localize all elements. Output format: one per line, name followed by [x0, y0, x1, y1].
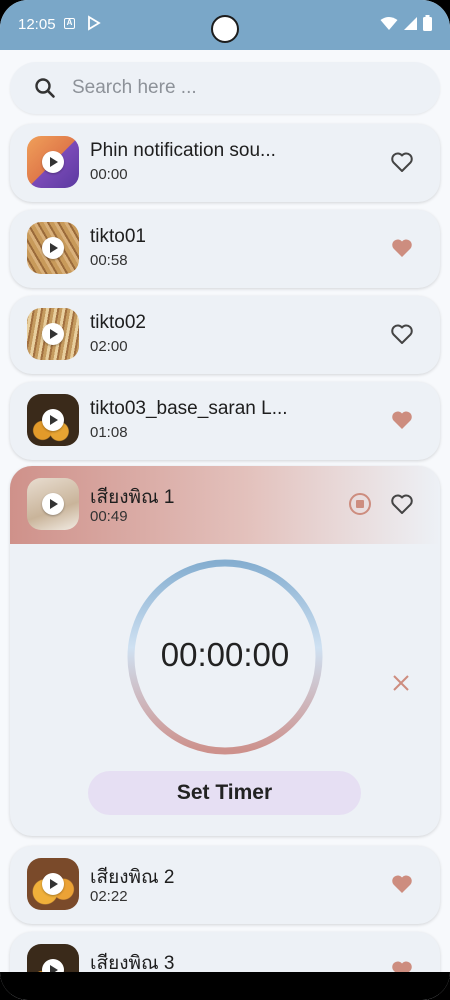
sound-duration: 00:49: [90, 508, 128, 525]
play-icon[interactable]: [42, 151, 64, 173]
status-bar: 12:05 A: [0, 0, 450, 50]
play-store-icon: [88, 15, 101, 31]
sound-item-4[interactable]: tikto03_base_saran L... 01:08: [10, 382, 440, 460]
play-icon[interactable]: [42, 409, 64, 431]
sound-thumbnail: [27, 394, 79, 446]
sound-item-3[interactable]: tikto02 02:00: [10, 296, 440, 374]
sound-duration: 02:00: [90, 338, 128, 355]
sound-thumbnail: [27, 478, 79, 530]
play-icon[interactable]: [42, 493, 64, 515]
timer-display: 00:00:00: [160, 636, 290, 673]
wifi-icon: [380, 16, 398, 30]
sound-item-6[interactable]: เสียงพิณ 2 02:22: [10, 846, 440, 924]
sound-thumbnail: [27, 308, 79, 360]
a-letter-icon: A: [64, 18, 75, 29]
sound-item-1[interactable]: Phin notification sou... 00:00: [10, 124, 440, 202]
camera-cutout: [211, 15, 239, 43]
sound-thumbnail: [27, 136, 79, 188]
heart-outline-icon[interactable]: [390, 322, 414, 346]
search-icon: [35, 78, 55, 98]
signal-icon: [404, 16, 417, 30]
set-timer-button[interactable]: Set Timer: [88, 771, 361, 815]
search-input[interactable]: [72, 74, 412, 102]
sound-duration: 00:00: [90, 166, 128, 183]
sound-duration: 02:22: [90, 888, 128, 905]
sound-item-5[interactable]: เสียงพิณ 1 00:49: [10, 466, 440, 544]
heart-outline-icon[interactable]: [390, 492, 414, 516]
sound-thumbnail: [27, 222, 79, 274]
search-bar[interactable]: [10, 62, 440, 114]
sound-title: Phin notification sou...: [90, 140, 276, 161]
play-icon[interactable]: [42, 873, 64, 895]
sound-duration: 01:08: [90, 424, 128, 441]
sound-thumbnail: [27, 858, 79, 910]
heart-filled-icon[interactable]: [390, 408, 414, 432]
heart-outline-icon[interactable]: [390, 150, 414, 174]
sound-title: tikto01: [90, 226, 146, 247]
sound-title: tikto02: [90, 312, 146, 333]
navigation-bar: [0, 972, 450, 1000]
heart-filled-icon[interactable]: [390, 236, 414, 260]
heart-filled-icon[interactable]: [390, 872, 414, 896]
sound-item-5-expanded: เสียงพิณ 1 00:49 00:00:00 Set Timer: [10, 466, 440, 836]
battery-icon: [423, 15, 432, 31]
status-time: 12:05: [18, 16, 56, 33]
phone-screen: 12:05 A Phin notification sou..: [0, 0, 450, 1000]
sound-item-2[interactable]: tikto01 00:58: [10, 210, 440, 288]
stop-icon[interactable]: [348, 492, 372, 516]
sound-title: tikto03_base_saran L...: [90, 398, 288, 419]
close-icon[interactable]: [391, 673, 411, 693]
play-icon[interactable]: [42, 237, 64, 259]
play-icon[interactable]: [42, 323, 64, 345]
sound-duration: 00:58: [90, 252, 128, 269]
